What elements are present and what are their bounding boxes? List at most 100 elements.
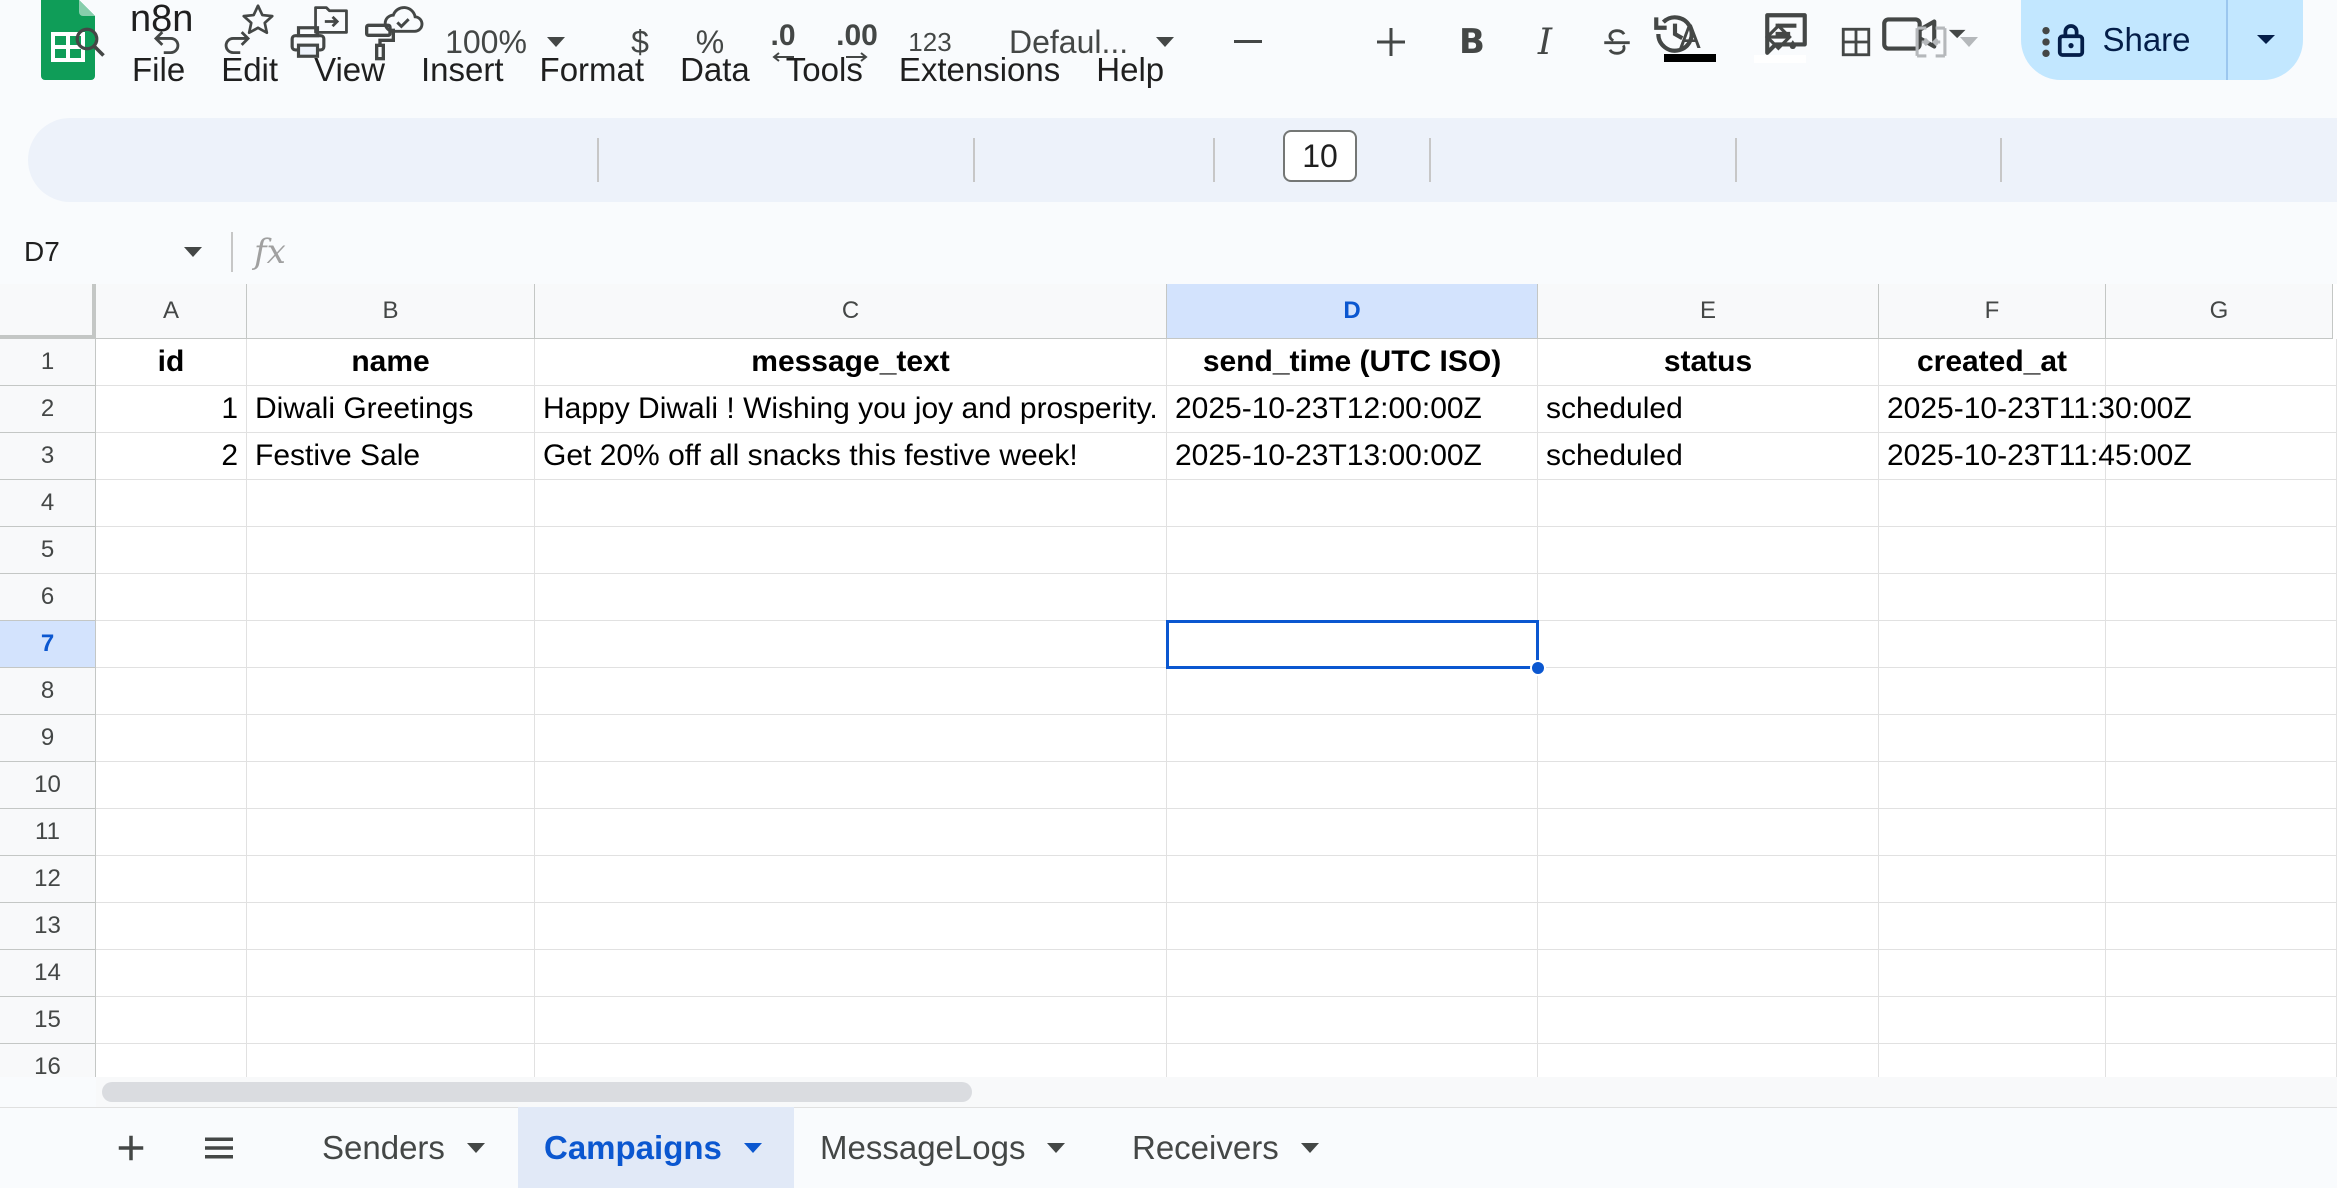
redo-icon[interactable] [208, 0, 264, 84]
empty-cell[interactable] [247, 621, 535, 668]
empty-cell[interactable] [247, 997, 535, 1044]
bold-button[interactable]: B [1447, 0, 1497, 84]
empty-cell[interactable] [1538, 903, 1879, 950]
empty-cell[interactable] [1167, 950, 1538, 997]
cell-message-text[interactable]: Get 20% off all snacks this festive week… [535, 433, 1167, 480]
row-header[interactable]: 16 [0, 1044, 96, 1077]
empty-cell[interactable] [247, 762, 535, 809]
format-percent-button[interactable]: % [685, 0, 735, 84]
empty-cell[interactable] [96, 997, 247, 1044]
row-header[interactable]: 10 [0, 762, 96, 809]
italic-button[interactable]: I [1520, 0, 1570, 84]
empty-cell[interactable] [96, 1044, 247, 1077]
empty-cell[interactable] [1879, 668, 2106, 715]
row-header[interactable]: 1 [0, 339, 96, 386]
all-sheets-menu-icon[interactable] [198, 1127, 240, 1169]
row-header[interactable]: 12 [0, 856, 96, 903]
empty-cell[interactable] [2106, 527, 2337, 574]
empty-cell[interactable] [96, 950, 247, 997]
empty-cell[interactable] [1879, 480, 2106, 527]
empty-cell[interactable] [535, 762, 1167, 809]
undo-icon[interactable] [140, 0, 196, 84]
row-header[interactable]: 2 [0, 386, 96, 433]
empty-cell[interactable] [535, 480, 1167, 527]
empty-cell[interactable] [1167, 903, 1538, 950]
empty-cell[interactable] [535, 903, 1167, 950]
header-cell-name[interactable]: name [247, 339, 535, 386]
borders-button[interactable] [1828, 0, 1884, 84]
empty-cell[interactable] [1167, 715, 1538, 762]
format-currency-button[interactable]: $ [615, 0, 665, 84]
empty-cell[interactable] [1538, 574, 1879, 621]
empty-cell[interactable] [1538, 527, 1879, 574]
empty-cell[interactable] [96, 856, 247, 903]
empty-cell[interactable] [247, 950, 535, 997]
empty-cell[interactable] [247, 856, 535, 903]
select-all-corner[interactable] [0, 284, 96, 339]
fill-color-button[interactable] [1752, 0, 1808, 84]
print-icon[interactable] [280, 0, 336, 84]
row-header[interactable]: 5 [0, 527, 96, 574]
empty-cell[interactable] [535, 856, 1167, 903]
row-header[interactable]: 11 [0, 809, 96, 856]
cell-send-time[interactable]: 2025-10-23T13:00:00Z [1167, 433, 1538, 480]
increase-font-size-button[interactable] [1368, 0, 1414, 84]
empty-cell[interactable] [1879, 621, 2106, 668]
search-menus-icon[interactable] [62, 0, 118, 84]
empty-cell[interactable] [96, 574, 247, 621]
empty-cell[interactable] [535, 715, 1167, 762]
empty-cell[interactable] [2106, 762, 2337, 809]
header-cell-message-text[interactable]: message_text [535, 339, 1167, 386]
empty-cell[interactable] [247, 480, 535, 527]
column-header-d[interactable]: D [1167, 284, 1538, 339]
empty-cell[interactable] [1538, 715, 1879, 762]
empty-cell[interactable] [535, 574, 1167, 621]
strikethrough-button[interactable] [1590, 0, 1644, 84]
cell-created-at[interactable]: 2025-10-23T11:30:00Z [1879, 386, 2192, 433]
column-header-a[interactable]: A [96, 284, 247, 339]
empty-cell[interactable] [535, 950, 1167, 997]
fill-handle[interactable] [1530, 660, 1546, 676]
share-dropdown-button[interactable] [2228, 0, 2303, 80]
empty-cell[interactable] [247, 715, 535, 762]
cell-status[interactable]: scheduled [1538, 386, 1879, 433]
empty-cell[interactable] [1879, 809, 2106, 856]
empty-cell[interactable] [1538, 856, 1879, 903]
chevron-down-icon[interactable] [184, 244, 202, 262]
cell-status[interactable]: scheduled [1538, 433, 1879, 480]
row-header-selected[interactable]: 7 [0, 621, 96, 668]
add-sheet-icon[interactable] [110, 1127, 152, 1169]
more-options-icon[interactable] [2018, 0, 2074, 84]
empty-cell[interactable] [1879, 903, 2106, 950]
empty-cell[interactable] [1538, 997, 1879, 1044]
zoom-select[interactable]: 100% [430, 0, 580, 84]
empty-cell[interactable] [1538, 668, 1879, 715]
empty-cell[interactable] [1167, 527, 1538, 574]
empty-cell[interactable] [1167, 809, 1538, 856]
decrease-decimal-button[interactable]: .0 [755, 0, 811, 84]
empty-cell[interactable] [2106, 574, 2337, 621]
empty-cell[interactable] [2106, 715, 2337, 762]
empty-cell[interactable] [1879, 950, 2106, 997]
empty-cell[interactable] [2106, 997, 2337, 1044]
row-header[interactable]: 13 [0, 903, 96, 950]
column-header-e[interactable]: E [1538, 284, 1879, 339]
empty-cell[interactable] [2106, 809, 2337, 856]
column-header-g[interactable]: G [2106, 284, 2333, 339]
horizontal-scrollbar-thumb[interactable] [102, 1082, 972, 1102]
header-cell-status[interactable]: status [1538, 339, 1879, 386]
empty-cell[interactable] [2106, 668, 2337, 715]
empty-cell[interactable] [1167, 997, 1538, 1044]
empty-cell[interactable] [1167, 762, 1538, 809]
empty-cell[interactable] [2106, 856, 2337, 903]
empty-cell[interactable] [1167, 1044, 1538, 1077]
header-cell-id[interactable]: id [96, 339, 247, 386]
empty-cell[interactable] [247, 527, 535, 574]
increase-decimal-button[interactable]: .00 [826, 0, 888, 84]
empty-cell[interactable] [1167, 574, 1538, 621]
empty-cell[interactable] [535, 668, 1167, 715]
empty-cell[interactable] [1879, 856, 2106, 903]
empty-cell[interactable] [1538, 621, 1879, 668]
empty-cell[interactable] [1879, 997, 2106, 1044]
empty-cell[interactable] [2106, 339, 2337, 386]
